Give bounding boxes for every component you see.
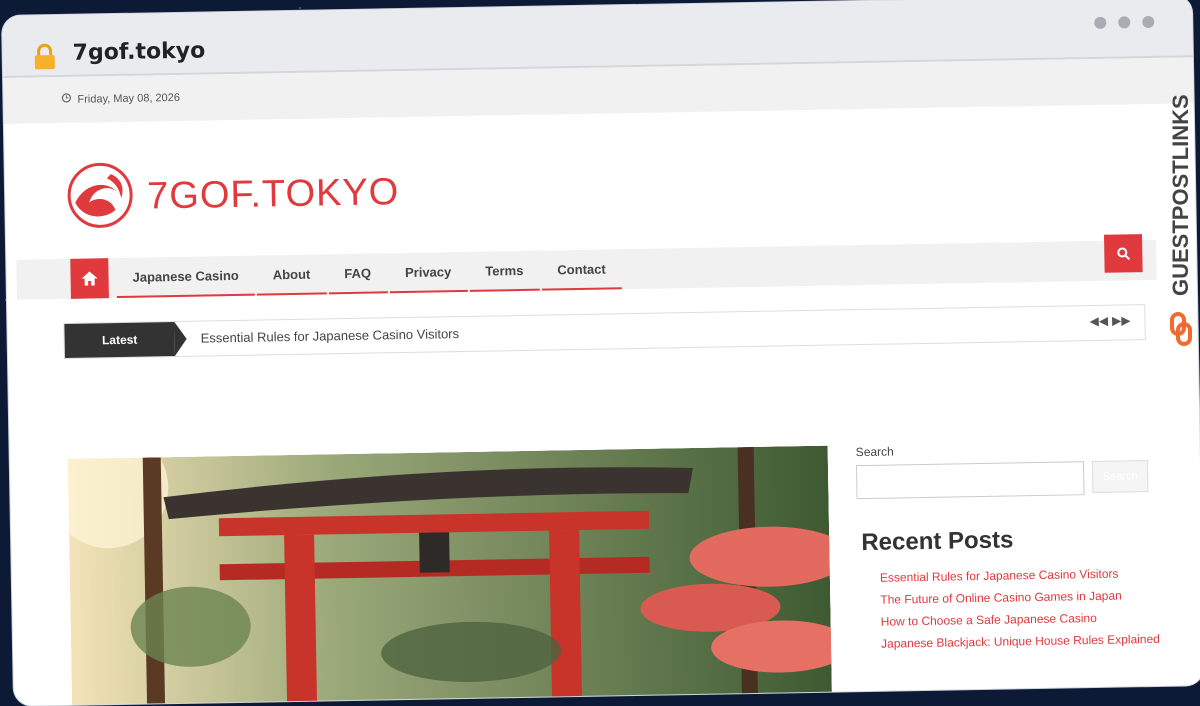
nav-item-about[interactable]: About <box>256 254 327 296</box>
guestpostlinks-watermark: GUESTPOSTLINKS <box>1168 58 1194 358</box>
window-dot[interactable] <box>1118 16 1131 29</box>
ticker-prev-icon[interactable]: ◀◀ <box>1089 314 1108 328</box>
home-button[interactable] <box>70 258 109 299</box>
recent-posts-list: Essential Rules for Japanese Casino Visi… <box>880 566 1160 651</box>
site-logo[interactable]: 7GOF.TOKYO <box>67 157 400 234</box>
ticker-headline[interactable]: Essential Rules for Japanese Casino Visi… <box>201 326 460 346</box>
logo-icon <box>67 162 134 234</box>
news-ticker: Latest Essential Rules for Japanese Casi… <box>63 304 1146 359</box>
recent-post-link[interactable]: Essential Rules for Japanese Casino Visi… <box>880 566 1158 585</box>
date-text: Friday, May 08, 2026 <box>77 91 181 106</box>
header-search-button[interactable] <box>1103 234 1143 273</box>
ticker-label: Latest <box>64 322 175 358</box>
recent-post-link[interactable]: Japanese Blackjack: Unique House Rules E… <box>881 632 1160 651</box>
sidebar-search: Search <box>855 460 1157 500</box>
featured-image[interactable] <box>67 445 833 706</box>
torii-gate-image <box>67 445 833 706</box>
clock-icon <box>61 93 72 106</box>
recent-post-link[interactable]: How to Choose a Safe Japanese Casino <box>881 610 1159 629</box>
main-navigation: Japanese Casino About FAQ Privacy Terms … <box>16 234 1157 300</box>
sidebar-search-button[interactable]: Search <box>1091 460 1149 494</box>
recent-post-link[interactable]: The Future of Online Casino Games in Jap… <box>880 588 1158 607</box>
watermark-text: GUESTPOSTLINKS <box>1168 94 1193 296</box>
nav-item-faq[interactable]: FAQ <box>327 253 388 295</box>
window-dot[interactable] <box>1142 15 1155 29</box>
nav-menu: Japanese Casino About FAQ Privacy Terms … <box>116 249 624 299</box>
date-display: Friday, May 08, 2026 <box>61 91 180 106</box>
sidebar-search-input[interactable] <box>855 461 1085 500</box>
nav-item-terms[interactable]: Terms <box>468 250 540 292</box>
nav-item-contact[interactable]: Contact <box>541 249 623 291</box>
logo-text: 7GOF.TOKYO <box>146 171 400 218</box>
search-icon <box>1117 247 1131 261</box>
nav-item-japanese-casino[interactable]: Japanese Casino <box>116 255 256 299</box>
recent-posts-heading: Recent Posts <box>861 526 1014 557</box>
lock-icon <box>32 43 57 76</box>
nav-item-privacy[interactable]: Privacy <box>388 251 468 294</box>
window-dot[interactable] <box>1094 16 1107 29</box>
sidebar: Search Search Recent Posts Essential Rul… <box>856 440 1160 659</box>
sidebar-search-label: Search <box>855 444 894 460</box>
browser-window: 7gof.tokyo Friday, May 08, 2026 7GOF.TOK… <box>2 0 1200 706</box>
chain-link-icon <box>1170 312 1192 346</box>
window-controls <box>1094 15 1155 29</box>
ticker-next-icon[interactable]: ▶▶ <box>1112 313 1131 327</box>
ticker-controls: ◀◀ ▶▶ <box>1089 313 1130 328</box>
browser-domain: 7gof.tokyo <box>72 38 206 66</box>
home-icon <box>81 271 98 286</box>
